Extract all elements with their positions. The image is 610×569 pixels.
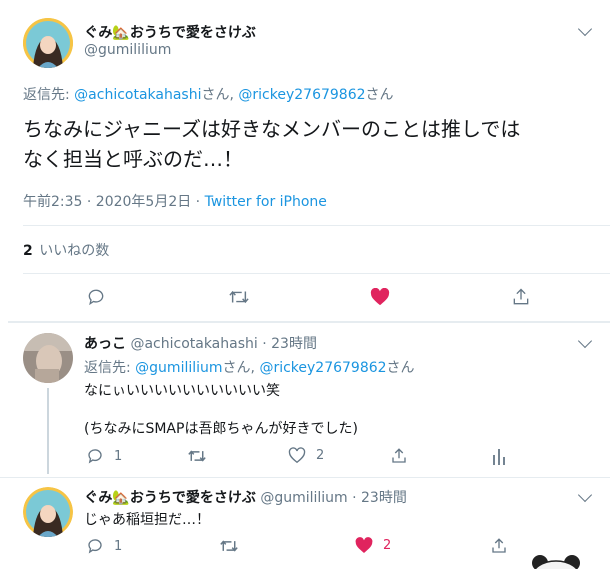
like-button[interactable]: 2	[288, 447, 324, 464]
reply-context: 返信先: @gumililiumさん, @rickey27679862さん	[84, 357, 415, 377]
reply-mention-link[interactable]: @gumililium	[135, 360, 222, 376]
reply-mention-link[interactable]: @achicotakahashi	[74, 87, 201, 103]
avatar-gumililium[interactable]	[23, 18, 73, 68]
author-handle[interactable]: @gumililium	[84, 42, 171, 58]
like-button[interactable]: 2	[355, 537, 391, 554]
tweet-meta: 午前2:35 · 2020年5月2日 · Twitter for iPhone	[23, 191, 327, 211]
tweet-time[interactable]: · 23時間	[262, 336, 317, 352]
divider	[23, 225, 610, 226]
author-display-name[interactable]: ぐみ🏡おうちで愛をさけぶ	[84, 490, 256, 506]
reply-honorific: さん,	[222, 360, 255, 376]
author-display-name[interactable]: あっこ	[84, 336, 126, 352]
tweet-text-line: なにぃいいいいいいいいいい笑	[84, 383, 280, 399]
share-icon	[492, 538, 506, 553]
retweet-button[interactable]	[187, 447, 207, 465]
share-button[interactable]	[490, 537, 508, 555]
reply-mention-link[interactable]: @rickey27679862	[238, 87, 365, 103]
like-button[interactable]	[370, 288, 390, 306]
reply-button[interactable]	[86, 287, 106, 307]
timestamp[interactable]: 午前2:35 · 2020年5月2日 ·	[23, 194, 205, 210]
reply-label: 返信先:	[84, 360, 131, 376]
avatar-achicotakahashi[interactable]	[23, 333, 73, 383]
author-handle[interactable]: @gumililium	[260, 490, 347, 506]
reply-icon	[88, 449, 102, 464]
share-button[interactable]	[511, 287, 531, 307]
tweet-text: ちなみにジャニーズは好きなメンバーのことは推しでは なく担当と呼ぶのだ…！	[23, 114, 520, 174]
reply-count: 1	[114, 448, 123, 464]
tweet-time[interactable]: · 23時間	[352, 490, 407, 506]
heart-filled-icon	[370, 288, 390, 306]
chevron-down-icon[interactable]	[577, 333, 593, 349]
tweet-text-line: (ちなみにSMAPは吾郎ちゃんが好きでした)	[84, 421, 358, 437]
chevron-down-icon[interactable]	[577, 487, 593, 503]
retweet-icon	[188, 450, 206, 462]
tweet-header: あっこ @achicotakahashi · 23時間	[84, 333, 317, 353]
likes-label: いいねの数	[39, 243, 110, 259]
reply-count: 1	[114, 538, 123, 554]
like-count: 2	[316, 448, 325, 463]
share-button[interactable]	[390, 447, 408, 465]
analytics-button[interactable]	[491, 447, 507, 465]
reply-label: 返信先:	[23, 87, 70, 103]
divider	[23, 273, 610, 274]
thread-line	[47, 388, 49, 474]
section-divider	[8, 321, 610, 323]
panda-sticker-icon	[528, 553, 584, 569]
reply-icon	[88, 289, 104, 306]
source-link[interactable]: Twitter for iPhone	[205, 194, 327, 210]
reply-honorific: さん	[386, 360, 415, 376]
reply-button[interactable]: 1	[86, 537, 122, 555]
share-icon	[392, 448, 406, 463]
reply-icon	[88, 539, 102, 554]
reply-honorific: さん	[365, 87, 394, 103]
tweet-text-line: ちなみにジャニーズは好きなメンバーのことは推しでは	[23, 117, 521, 141]
likes-count: 2	[23, 243, 33, 259]
reply-button[interactable]: 1	[86, 447, 122, 465]
retweet-icon	[220, 540, 238, 552]
analytics-icon	[493, 449, 505, 465]
tweet-header: ぐみ🏡おうちで愛をさけぶ @gumililium · 23時間	[84, 487, 407, 507]
author-display-name[interactable]: ぐみ🏡おうちで愛をさけぶ	[84, 22, 256, 42]
chevron-down-icon[interactable]	[577, 21, 593, 37]
tweet-text-line: なく担当と呼ぶのだ…！	[23, 147, 243, 171]
avatar-gumililium[interactable]	[23, 487, 73, 537]
heart-filled-icon	[355, 537, 373, 553]
tweet-text-line: じゃあ稲垣担だ…！	[84, 512, 210, 528]
author-handle[interactable]: @achicotakahashi	[130, 336, 257, 352]
reply-context: 返信先: @achicotakahashiさん, @rickey27679862…	[23, 84, 394, 104]
retweet-button[interactable]	[219, 537, 239, 555]
reply-honorific: さん,	[201, 87, 234, 103]
retweet-icon	[229, 290, 249, 304]
likes-stat[interactable]: 2 いいねの数	[23, 240, 109, 260]
share-icon	[513, 288, 529, 305]
heart-outline-icon	[288, 447, 306, 464]
like-count: 2	[383, 538, 392, 553]
reply-mention-link[interactable]: @rickey27679862	[259, 360, 386, 376]
retweet-button[interactable]	[228, 287, 250, 307]
divider	[0, 477, 610, 478]
